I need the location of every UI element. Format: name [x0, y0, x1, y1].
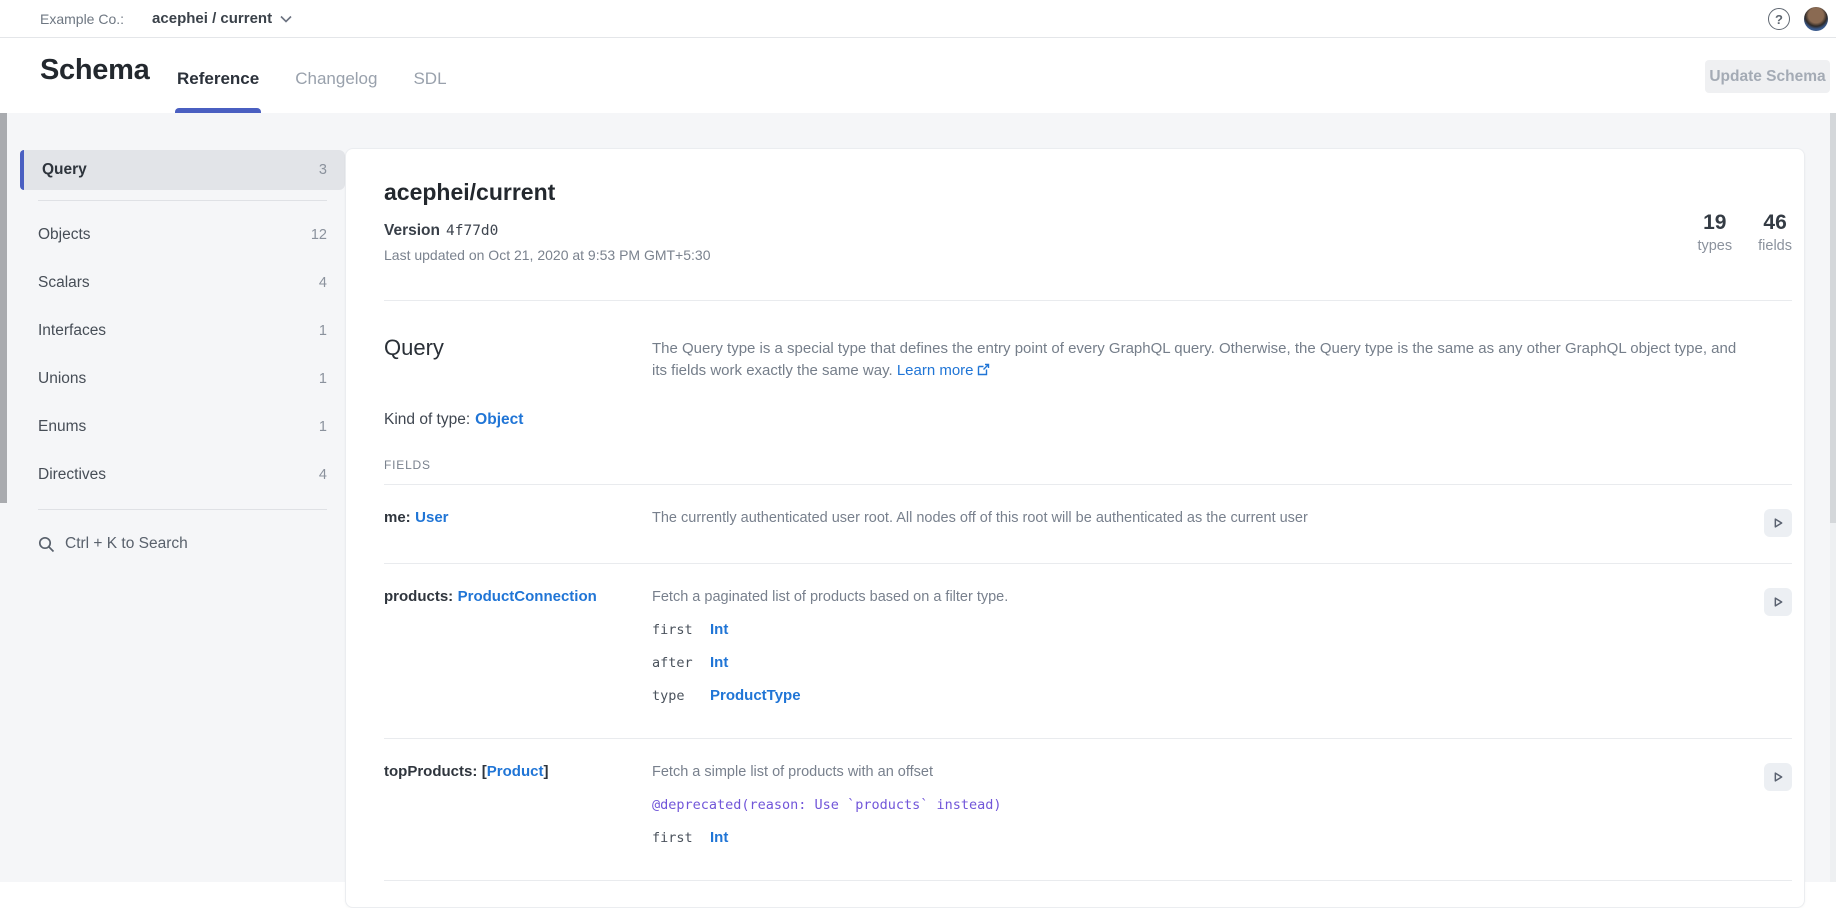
type-section: Query The Query type is a special type t…: [384, 301, 1792, 881]
type-count-badge: 3: [319, 162, 327, 178]
top-bar: Example Co.: acephei / current ?: [0, 0, 1836, 38]
argument-row: after Int: [652, 646, 1764, 679]
chevron-down-icon: [280, 15, 292, 23]
user-avatar[interactable]: [1804, 7, 1828, 31]
tab-bar: Reference Changelog SDL: [177, 38, 447, 113]
argument-row: first Int: [652, 613, 1764, 646]
version-label: Version: [384, 222, 440, 239]
stat-value: 46: [1758, 211, 1792, 235]
sidebar-item-objects[interactable]: Objects 12: [20, 211, 345, 259]
stat-label: fields: [1758, 238, 1792, 254]
sidebar-divider: [38, 200, 327, 201]
search-hint-label: Ctrl + K to Search: [65, 535, 188, 553]
update-schema-button[interactable]: Update Schema: [1705, 60, 1830, 93]
graph-selector-label: acephei / current: [152, 10, 272, 27]
field-row: topProducts: [Product] Fetch a simple li…: [384, 739, 1792, 881]
type-count-badge: 1: [319, 419, 327, 435]
type-count-badge: 4: [319, 467, 327, 483]
type-name-heading: Query: [384, 335, 652, 382]
schema-header: Schema Reference Changelog SDL Update Sche…: [0, 38, 1836, 113]
schema-reference-card: acephei/current Version 4f77d0 Last updat…: [345, 148, 1805, 908]
field-type-link[interactable]: ProductConnection: [458, 588, 597, 605]
argument-name: first: [652, 622, 710, 638]
kind-of-type-line: Kind of type:Object: [384, 411, 1792, 429]
sidebar-item-unions[interactable]: Unions 1: [20, 355, 345, 403]
sidebar-item-interfaces[interactable]: Interfaces 1: [20, 307, 345, 355]
sidebar-item-enums[interactable]: Enums 1: [20, 403, 345, 451]
schema-type-sidebar: Query 3 Objects 12 Scalars 4 Interfaces …: [7, 113, 345, 882]
field-type-link[interactable]: Product: [487, 763, 544, 780]
fields-section-label: FIELDS: [384, 458, 1792, 485]
argument-type-link[interactable]: Int: [710, 621, 728, 638]
learn-more-link[interactable]: Learn more: [897, 362, 990, 379]
stat-label: types: [1697, 238, 1732, 254]
version-line: Version 4f77d0: [384, 222, 1792, 240]
type-count-badge: 4: [319, 275, 327, 291]
external-link-icon: [977, 363, 990, 376]
stat-value: 19: [1697, 211, 1732, 235]
tab-reference[interactable]: Reference: [177, 38, 259, 113]
argument-row: first Int: [652, 821, 1764, 854]
deprecated-annotation: @deprecated(reason: Use `products` inste…: [652, 797, 1764, 813]
argument-type-link[interactable]: Int: [710, 829, 728, 846]
org-name-label: Example Co.:: [40, 11, 124, 27]
play-icon: [1770, 769, 1786, 785]
argument-name: first: [652, 830, 710, 846]
run-query-button[interactable]: [1764, 588, 1792, 616]
version-hash: 4f77d0: [446, 223, 498, 239]
schema-stats: 19 types 46 fields: [1697, 211, 1792, 254]
field-type-link[interactable]: User: [415, 509, 448, 526]
sidebar-item-directives[interactable]: Directives 4: [20, 451, 345, 499]
argument-name: after: [652, 655, 710, 671]
graph-title: acephei/current: [384, 179, 1792, 206]
type-description: The Query type is a special type that de…: [652, 335, 1752, 382]
help-icon[interactable]: ?: [1768, 8, 1790, 30]
run-query-button[interactable]: [1764, 509, 1792, 537]
field-description: The currently authenticated user root. A…: [652, 509, 1764, 526]
play-icon: [1770, 515, 1786, 531]
content-area: Query 3 Objects 12 Scalars 4 Interfaces …: [0, 113, 1836, 882]
sidebar-item-scalars[interactable]: Scalars 4: [20, 259, 345, 307]
argument-type-link[interactable]: Int: [710, 654, 728, 671]
type-count-badge: 1: [319, 323, 327, 339]
field-name: topProducts:: [384, 763, 477, 780]
tab-changelog[interactable]: Changelog: [295, 38, 377, 113]
argument-row: type ProductType: [652, 679, 1764, 712]
search-icon: [38, 536, 55, 553]
argument-name: type: [652, 688, 710, 704]
last-updated-label: Last updated on Oct 21, 2020 at 9:53 PM …: [384, 247, 1792, 263]
graph-summary-header: acephei/current Version 4f77d0 Last updat…: [384, 149, 1792, 301]
field-description: Fetch a paginated list of products based…: [652, 588, 1764, 605]
field-description: Fetch a simple list of products with an …: [652, 763, 1764, 780]
play-icon: [1770, 594, 1786, 610]
type-count-badge: 1: [319, 371, 327, 387]
argument-type-link[interactable]: ProductType: [710, 687, 801, 704]
field-args: first Int after Int type ProductType: [652, 613, 1764, 712]
stat: 46 fields: [1758, 211, 1792, 254]
main-scrollbar-thumb[interactable]: [1830, 113, 1836, 523]
sidebar-scrollbar[interactable]: [0, 113, 7, 503]
field-name: products:: [384, 588, 453, 605]
field-row: products: ProductConnection Fetch a pagi…: [384, 564, 1792, 739]
page-title: Schema: [40, 54, 149, 87]
tab-sdl[interactable]: SDL: [413, 38, 446, 113]
stat: 19 types: [1697, 211, 1732, 254]
sidebar-divider: [38, 509, 327, 510]
graph-selector-dropdown[interactable]: acephei / current: [152, 10, 292, 27]
field-name: me:: [384, 509, 411, 526]
kind-value-link[interactable]: Object: [475, 411, 523, 428]
sidebar-item-query[interactable]: Query 3: [20, 150, 345, 190]
run-query-button[interactable]: [1764, 763, 1792, 791]
field-row: me: User The currently authenticated use…: [384, 485, 1792, 564]
field-args: first Int: [652, 821, 1764, 854]
type-count-badge: 12: [311, 227, 327, 243]
search-trigger[interactable]: Ctrl + K to Search: [20, 520, 345, 568]
